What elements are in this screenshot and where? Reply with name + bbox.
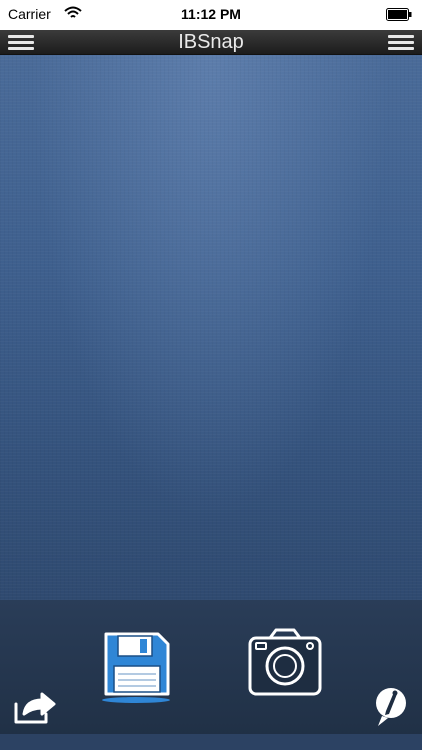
- camera-icon: [248, 628, 322, 696]
- save-button[interactable]: [100, 630, 172, 704]
- app-title: IBSnap: [178, 31, 244, 53]
- right-menu-button[interactable]: [388, 33, 414, 51]
- bottom-toolbar: [0, 600, 422, 750]
- camera-button[interactable]: [246, 626, 324, 700]
- share-button[interactable]: [12, 690, 56, 726]
- hamburger-menu-icon: [388, 35, 414, 50]
- photo-canvas[interactable]: [0, 55, 422, 600]
- status-bar: Carrier 11:12 PM: [0, 0, 422, 30]
- bottom-strip: [0, 734, 422, 750]
- canvas-texture: [0, 55, 422, 600]
- navigation-bar: IBSnap: [0, 30, 422, 55]
- battery-icon: [386, 8, 412, 21]
- status-time: 11:12 PM: [181, 6, 241, 22]
- floppy-disk-icon: [102, 632, 170, 703]
- hamburger-menu-icon: [8, 35, 34, 50]
- share-arrow-icon: [14, 692, 56, 724]
- left-menu-button[interactable]: [8, 33, 34, 51]
- info-button[interactable]: [372, 686, 410, 728]
- info-pencil-icon: [376, 688, 406, 726]
